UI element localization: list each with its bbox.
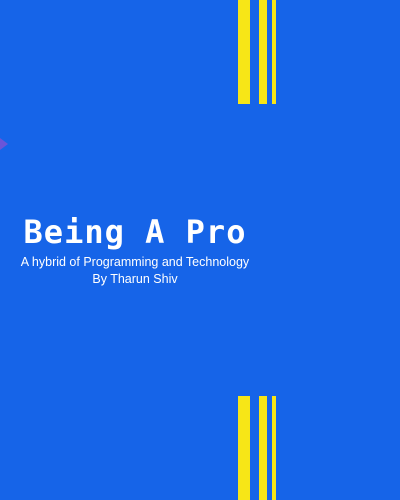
corner-triangle-decoration — [0, 138, 8, 150]
bottom-stripes-decoration — [238, 396, 278, 500]
cover-title: Being A Pro — [23, 213, 247, 251]
cover-author: By Tharun Shiv — [92, 272, 178, 286]
stripe — [259, 396, 267, 500]
title-block: Being A Pro A hybrid of Programming and … — [0, 212, 270, 288]
stripe — [272, 396, 276, 500]
cover-subtitle: A hybrid of Programming and Technology — [20, 255, 250, 269]
stripe — [259, 0, 267, 104]
stripe — [238, 0, 250, 104]
top-stripes-decoration — [238, 0, 278, 104]
stripe — [238, 396, 250, 500]
book-cover: Being A Pro A hybrid of Programming and … — [0, 0, 400, 500]
stripe — [272, 0, 276, 104]
